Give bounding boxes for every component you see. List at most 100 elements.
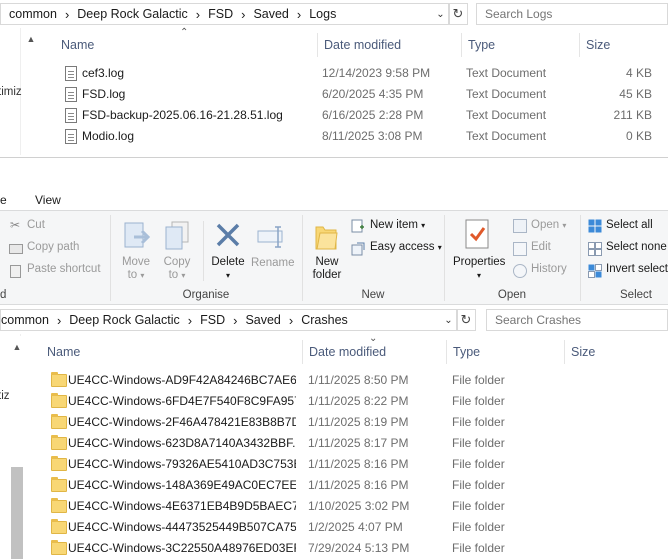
history-button[interactable]: History (531, 263, 567, 275)
folder-icon (51, 414, 67, 429)
column-size[interactable]: Size (564, 340, 668, 364)
file-row[interactable]: FSD-backup-2025.06.16-21.28.51.log 6/16/2… (55, 105, 668, 126)
column-type[interactable]: Type (446, 340, 564, 364)
select-none-button[interactable]: Select none (606, 241, 667, 253)
crumb-common[interactable]: common (1, 313, 49, 327)
folder-row[interactable]: UE4CC-Windows-3C22550A48976ED03EF... 7/29… (41, 538, 668, 559)
new-folder-label-1: New (315, 256, 339, 268)
folder-row[interactable]: UE4CC-Windows-79326AE5410AD3C753E... 1/11… (41, 454, 668, 475)
folder-icon (51, 540, 67, 555)
column-size[interactable]: Size (579, 33, 668, 57)
ribbon: ✂ Cut Copy path Paste shortcut d Move to… (0, 210, 668, 305)
search-box[interactable] (476, 3, 668, 25)
crumb-logs[interactable]: Logs (309, 7, 336, 21)
paste-shortcut-icon (10, 265, 21, 278)
folder-row[interactable]: UE4CC-Windows-44473525449B507CA75... 1/2/… (41, 517, 668, 538)
folder-row[interactable]: UE4CC-Windows-148A369E49AC0EC7EE... 1/11/… (41, 475, 668, 496)
properties-button[interactable]: Properties ▾ (453, 256, 505, 282)
logs-column-header: Name Date modified Type Size (55, 33, 668, 57)
tab-home-partial[interactable]: e (0, 193, 7, 207)
file-row[interactable]: Modio.log 8/11/2025 3:08 PM Text Document 0… (55, 126, 668, 147)
select-all-button[interactable]: Select all (606, 219, 653, 231)
crumb-saved[interactable]: Saved (245, 313, 280, 327)
refresh-button[interactable]: ↻ (448, 3, 468, 25)
folder-row[interactable]: UE4CC-Windows-4E6371EB4B9D5BAEC7... 1/10/… (41, 496, 668, 517)
copy-path-button[interactable]: Copy path (27, 241, 79, 253)
file-row[interactable]: cef3.log 12/14/2023 9:58 PM Text Document 4… (55, 63, 668, 84)
folder-name: UE4CC-Windows-AD9F42A84246BC7AE6... (68, 373, 296, 387)
delete-x-icon (214, 221, 242, 251)
cut-button[interactable]: Cut (27, 219, 45, 231)
crumb-saved[interactable]: Saved (253, 7, 288, 21)
search-input[interactable] (485, 7, 667, 21)
nav-scrollbar[interactable]: ▲ (10, 336, 24, 559)
folder-name: UE4CC-Windows-44473525449B507CA75... (68, 520, 296, 534)
dropdown-arrow-icon: ▾ (140, 271, 145, 280)
crashes-explorer-window: e View ✂ Cut Copy path Paste shortcut d … (0, 157, 668, 559)
easy-access-button[interactable]: Easy access ▾ (370, 241, 442, 253)
crumb-deep-rock-galactic[interactable]: Deep Rock Galactic (77, 7, 187, 21)
nav-scrollbar[interactable]: ▲ (24, 30, 38, 155)
scroll-up-icon[interactable]: ▲ (24, 32, 38, 46)
crashes-breadcrumb[interactable]: common › Deep Rock Galactic › FSD › Save… (0, 309, 456, 331)
folder-date-modified: 1/11/2025 8:19 PM (308, 415, 409, 429)
search-box[interactable] (486, 309, 668, 331)
delete-button[interactable]: Delete ▾ (211, 256, 245, 282)
new-item-label: New item (370, 219, 418, 231)
crumb-crashes[interactable]: Crashes (301, 313, 348, 327)
open-icon (513, 219, 527, 233)
folder-name: UE4CC-Windows-623D8A7140A3432BBF... (68, 436, 296, 450)
crumb-deep-rock-galactic[interactable]: Deep Rock Galactic (69, 313, 179, 327)
move-to-icon (124, 221, 151, 251)
text-document-icon (65, 129, 77, 144)
crumb-fsd[interactable]: FSD (200, 313, 225, 327)
search-input[interactable] (495, 313, 667, 327)
column-date-modified[interactable]: Date modified (317, 33, 461, 57)
dropdown-arrow-icon: ▾ (437, 243, 442, 252)
crumb-fsd[interactable]: FSD (208, 7, 233, 21)
logs-breadcrumb[interactable]: common › Deep Rock Galactic › FSD › Save… (0, 3, 436, 25)
folder-name: UE4CC-Windows-3C22550A48976ED03EF... (68, 541, 296, 555)
scissors-icon: ✂ (10, 218, 21, 232)
scrollbar-thumb[interactable] (11, 467, 23, 559)
new-folder-button[interactable]: New folder (308, 256, 346, 282)
text-document-icon (65, 66, 77, 81)
scroll-up-icon[interactable]: ▲ (10, 340, 24, 354)
folder-row[interactable]: UE4CC-Windows-623D8A7140A3432BBF... 1/11/… (41, 433, 668, 454)
nav-item-text[interactable]: tiz (0, 390, 10, 402)
paste-shortcut-button[interactable]: Paste shortcut (27, 263, 101, 275)
open-group-label: Open (497, 289, 527, 301)
move-to-label-1: Move (121, 256, 151, 268)
edit-button[interactable]: Edit (531, 241, 551, 253)
nav-item-text[interactable]: timiz (0, 86, 22, 98)
dropdown-arrow-icon: ▾ (181, 271, 186, 280)
folder-row[interactable]: UE4CC-Windows-2F46A478421E83B8B7D... 1/11… (41, 412, 668, 433)
move-to-button[interactable]: Move to ▾ (121, 256, 151, 282)
select-all-icon (588, 219, 602, 233)
rename-button[interactable]: Rename (251, 257, 294, 269)
folder-icon (51, 519, 67, 534)
column-type[interactable]: Type (461, 33, 579, 57)
folder-row[interactable]: UE4CC-Windows-AD9F42A84246BC7AE6... 1/11/… (41, 370, 668, 391)
file-name: FSD.log (82, 87, 126, 101)
dropdown-arrow-icon: ▾ (421, 221, 426, 230)
column-name[interactable]: Name (41, 340, 302, 364)
copy-to-icon (164, 221, 192, 251)
crumb-common[interactable]: common (9, 7, 57, 21)
folder-type: File folder (452, 541, 505, 555)
tab-view[interactable]: View (35, 193, 61, 207)
copy-to-button[interactable]: Copy to ▾ (162, 256, 192, 282)
open-button[interactable]: Open ▾ (531, 219, 566, 231)
copy-path-icon (9, 244, 23, 254)
folder-icon (51, 456, 67, 471)
refresh-button[interactable]: ↻ (456, 309, 476, 331)
folder-row[interactable]: UE4CC-Windows-6FD4E7F540F8C9FA957... 1/11… (41, 391, 668, 412)
chevron-right-icon: › (195, 6, 201, 22)
chevron-right-icon: › (233, 312, 238, 328)
file-name: cef3.log (82, 66, 125, 80)
new-item-button[interactable]: New item ▾ (370, 219, 425, 231)
text-document-icon (65, 108, 77, 123)
invert-selection-button[interactable]: Invert select (606, 263, 668, 275)
file-row[interactable]: FSD.log 6/20/2025 4:35 PM Text Document 45 … (55, 84, 668, 105)
chevron-right-icon: › (187, 312, 193, 328)
